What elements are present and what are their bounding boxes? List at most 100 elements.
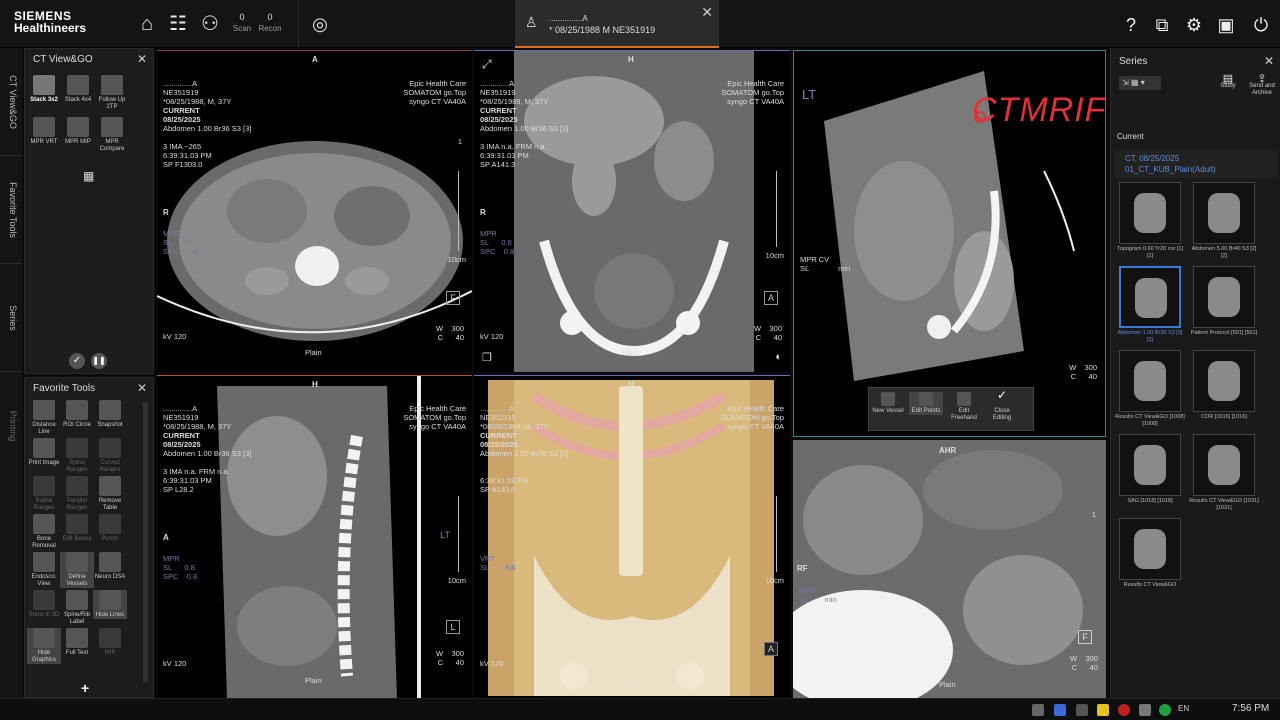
close-icon[interactable]: ✕ [701,4,713,21]
tray-record-icon[interactable] [1118,704,1130,716]
layout-stack-3x2[interactable]: Stack 3x2 [27,75,61,104]
series-thumbnail[interactable] [1193,266,1255,328]
layout-follow-up[interactable]: Follow Up 2TP [95,75,129,111]
tool-label: Snapshot [97,422,123,428]
tray-network-icon[interactable] [1032,704,1044,716]
series-thumbnail[interactable] [1193,434,1255,496]
close-icon[interactable]: ✕ [137,381,147,395]
rail-item-ct-view-go[interactable]: CT View&GO [0,48,22,156]
grid-icon [33,117,55,137]
rail-item-printing[interactable]: Printing [0,372,22,480]
help-icon[interactable]: ? [1120,14,1142,36]
tool-spine-ranges[interactable]: Spine Ranges [60,438,94,474]
series-thumbnail[interactable] [1193,182,1255,244]
series-thumbnail[interactable] [1119,518,1181,580]
close-icon[interactable]: ✕ [1264,54,1274,68]
tool-mip[interactable]: MIP [93,628,127,657]
tool-roi-circle[interactable]: ROI Circle [60,400,94,429]
tool-neuro-dsa[interactable]: Neuro DSA [93,552,127,581]
vp-scale-label: 10cm [765,251,784,260]
tool-hide-graphics[interactable]: Hide Graphics [27,628,61,664]
load-study-button[interactable]: ▤ Study [1215,74,1241,90]
layout-stack-4x4[interactable]: Stack 4x4 [61,75,95,104]
tool-label: MPR Compare [99,139,125,152]
tool-curved-ranges[interactable]: Curved Ranges [93,438,127,474]
tool-edit-bones[interactable]: Edit Bones [60,514,94,543]
gantry-icon[interactable]: ◎ [308,12,332,36]
tool-remove-table[interactable]: Remove Table [93,476,127,512]
contrast-icon[interactable]: ◐ [775,351,782,363]
more-layouts-icon[interactable]: ▦ [83,169,94,183]
tool-distance-line[interactable]: Distance Line [27,400,61,436]
vp-current: CURRENT [163,431,200,440]
language-indicator[interactable]: EN [1178,704,1189,713]
close-editing-button[interactable]: ✓ Close Editing [985,389,1019,422]
viewport-zoomed-mpr[interactable]: AHR RF 1 MPR SL min W 300 C 40 Plain F [793,440,1106,698]
tool-radial-ranges[interactable]: Radial Ranges [27,476,61,512]
new-vessel-button[interactable]: New Vessel [871,392,905,415]
window-layout-icon[interactable]: ⧉ [1151,14,1173,36]
tool-full-text[interactable]: Full Text [60,628,94,657]
check-icon[interactable]: ✓ [69,353,85,369]
edit-points-button[interactable]: Edit Points [909,392,943,415]
tool-print-image[interactable]: Print Image [27,438,61,467]
series-thumbnail[interactable] [1193,350,1255,412]
viewport-coronal[interactable]: H R ⤢ ..............A NE351919 *08/25/19… [474,50,790,372]
series-thumbnail[interactable] [1119,350,1181,412]
tray-windows-icon[interactable] [1054,704,1066,716]
tool-show-in-3d[interactable]: Show in 3D [27,590,61,619]
pause-icon[interactable]: ❚❚ [91,353,107,369]
toolbox-icon[interactable]: ▣ [1215,14,1237,36]
tool-define-vessels[interactable]: Define Vessels [60,552,94,588]
layout-mpr-mip[interactable]: MPR MIP [61,117,95,146]
expand-icon[interactable]: ⤢ [482,57,492,72]
tray-device-icon[interactable] [1139,704,1151,716]
tool-spine-rib-label[interactable]: Spine/Rib Label [60,590,94,626]
edit-freehand-button[interactable]: Edit Freehand [947,392,981,422]
orientation-cube-icon[interactable]: L [446,620,460,634]
vp-sl-val: 0.8 [184,238,195,247]
orientation-cube-icon[interactable]: A [764,291,778,305]
tool-endosco-view[interactable]: Endosco. View [27,552,61,588]
tool-hide-lines[interactable]: Hide Lines [93,590,127,619]
rail-item-series[interactable]: Series [0,264,22,372]
close-icon[interactable]: ✕ [137,52,147,66]
stack-icon[interactable]: ❐ [482,351,492,364]
series-thumbnail[interactable] [1119,182,1181,244]
send-archive-button[interactable]: ⇪ Send and Archive [1247,74,1277,97]
tool-label: Hide Lines [95,612,125,618]
clock[interactable]: 7:56 PM [1232,703,1269,714]
home-icon[interactable]: ⌂ [135,12,159,36]
tool-bone-removal[interactable]: Bone Removal [27,514,61,550]
view-mode-dropdown[interactable]: ⇲ ▦ ▾ [1119,76,1161,90]
series-thumbnail[interactable] [1119,434,1181,496]
tool-punch[interactable]: Punch [93,514,127,543]
tray-folder-icon[interactable] [1097,704,1109,716]
scrollbar[interactable] [143,402,148,682]
study-header[interactable]: CT, 08/25/2025 01_CT_KUB_Plain(Adult) [1115,150,1277,178]
orientation-cube-icon[interactable]: A [764,642,778,656]
vp-kv: kV 120 [480,659,504,668]
viewport-vrt[interactable]: H ..............A NE351919 *08/25/1988, … [474,375,790,698]
tray-chrome-icon[interactable] [1159,704,1171,716]
tool-snapshot[interactable]: Snapshot [93,400,127,429]
patient-browser-icon[interactable]: ☷ [166,12,190,36]
patient-tab[interactable]: ♙ ...............A * 08/25/1988 M NE3519… [515,0,719,48]
layout-mpr-compare[interactable]: MPR Compare [95,117,129,153]
vp-vrt-block: VRT SL full [480,554,515,572]
add-tool-button[interactable]: + [81,680,89,696]
orientation-cube-icon[interactable]: F [446,291,460,305]
viewport-curved-mpr[interactable]: LT CTMRIFB MPR CV SL min W 300 C 40 New … [793,50,1106,437]
gear-icon[interactable]: ⚙ [1183,14,1205,36]
power-icon[interactable]: ⏻ [1250,14,1272,36]
orientation-cube-icon[interactable]: F [1078,630,1092,644]
viewport-sagittal[interactable]: H A ..............A NE351919 *08/25/1988… [157,375,472,698]
layout-mpr-vrt[interactable]: MPR VRT [27,117,61,146]
viewport-axial[interactable]: A R ..............A NE351919 *08/25/1988… [157,50,472,372]
series-thumbnail[interactable] [1119,266,1181,328]
freehand-icon [957,392,971,406]
examination-icon[interactable]: ⚇ [198,12,222,36]
tray-app-icon[interactable] [1076,704,1088,716]
rail-item-favorite-tools[interactable]: Favorite Tools [0,156,22,264]
tool-parallel-ranges[interactable]: Parallel Ranges [60,476,94,512]
